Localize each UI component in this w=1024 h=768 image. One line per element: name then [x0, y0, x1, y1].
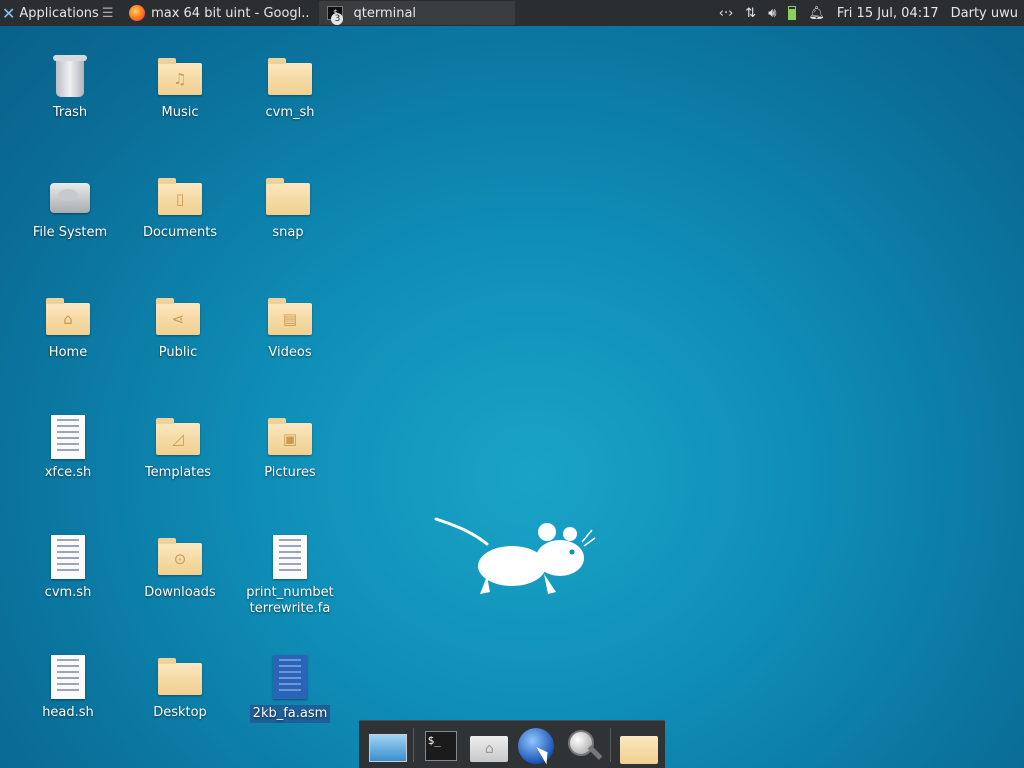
web-browser-icon[interactable]: [515, 724, 557, 766]
system-tray: ‹·› ⇅ 🔊︎ 🔔︎ Fri 15 Jul, 04:17 Darty uwu: [719, 6, 1024, 21]
downloads-folder-icon: ⊙: [158, 538, 202, 575]
menu-separator-icon: ☰: [101, 5, 114, 21]
desktop-icon-desktop[interactable]: Desktop: [128, 653, 232, 721]
text-file-icon: [273, 535, 307, 579]
templates-folder-icon: ◿: [156, 418, 200, 455]
desktop-icon-label: Templates: [144, 465, 212, 480]
desktop-icon-home[interactable]: ⌂ Home: [16, 293, 120, 361]
desktop-icon-label: snap: [272, 225, 304, 240]
firefox-icon: [129, 5, 146, 21]
taskbar-item-terminal[interactable]: $ 3 qterminal: [319, 1, 516, 25]
desktop-icon-label: Public: [158, 345, 198, 360]
desktop-icon-label: File System: [32, 225, 108, 240]
desktop-icon-music[interactable]: ♫ Music: [128, 53, 232, 121]
desktop-icon-snap[interactable]: snap: [236, 173, 340, 241]
desktop-icon-videos[interactable]: ▤ Videos: [238, 293, 342, 361]
desktop-icon-label: Desktop: [153, 705, 207, 720]
desktop-icon-file-system[interactable]: File System: [18, 173, 122, 241]
desktop-icon-trash[interactable]: Trash: [18, 53, 122, 121]
home-folder-icon: ⌂: [46, 298, 90, 335]
window-count-badge: 3: [331, 13, 344, 25]
search-magnifier-icon[interactable]: [563, 724, 605, 766]
show-desktop-icon[interactable]: [365, 724, 407, 766]
videos-folder-icon: ▤: [268, 298, 312, 335]
desktop-icon-public[interactable]: ⋖ Public: [126, 293, 230, 361]
desktop-icon-label: Videos: [268, 345, 312, 360]
taskbar-item-label: qterminal: [353, 5, 417, 21]
trash-icon: [53, 55, 87, 97]
desktop-icon-label: Home: [48, 345, 88, 360]
desktop-icon-label: cvm_sh: [265, 105, 315, 120]
battery-icon[interactable]: [788, 6, 797, 20]
xfce-logo-icon: ✕: [2, 3, 16, 23]
applications-menu-button[interactable]: ✕ Applications ☰: [0, 0, 119, 26]
desktop-icon-label: xfce.sh: [44, 465, 92, 480]
desktop-icon-label: Pictures: [264, 465, 316, 480]
folder-icon: [266, 178, 310, 215]
dock-separator: [610, 727, 612, 762]
file-manager-folder-icon[interactable]: [617, 724, 659, 766]
folder-icon: [268, 58, 312, 95]
desktop-icon-documents[interactable]: ▯ Documents: [128, 173, 232, 241]
user-menu[interactable]: Darty uwu: [951, 6, 1018, 21]
terminal-icon[interactable]: $_: [420, 724, 462, 766]
notification-bell-icon[interactable]: 🔔︎: [808, 6, 825, 21]
pictures-folder-icon: ▣: [268, 418, 312, 455]
dock-separator: [412, 727, 414, 762]
network-connections-icon[interactable]: ‹·›: [719, 6, 734, 21]
hard-drive-icon: [50, 183, 90, 213]
network-transfer-icon[interactable]: ⇅: [745, 6, 756, 21]
taskbar-item-label: max 64 bit uint - Googl...: [151, 5, 310, 21]
xfce-mouse-logo: [434, 517, 596, 594]
top-panel: ✕ Applications ☰ max 64 bit uint - Googl…: [0, 0, 1024, 26]
desktop-icon-label: print_numbet terrewrite.fa: [246, 585, 334, 616]
applications-menu-label: Applications: [19, 5, 99, 21]
desktop-icon-label: Documents: [142, 225, 218, 240]
volume-icon[interactable]: 🔊︎: [768, 6, 776, 21]
desktop-icon-pictures[interactable]: ▣ Pictures: [238, 413, 342, 481]
desktop-icon-label: Trash: [52, 105, 88, 120]
desktop-icon-print-numbet[interactable]: print_numbet terrewrite.fa: [238, 533, 342, 617]
desktop-icon-cvm-sh[interactable]: cvm.sh: [16, 533, 120, 601]
desktop-icon-2kb-fa-asm[interactable]: 2kb_fa.asm: [238, 653, 342, 723]
public-folder-icon: ⋖: [156, 298, 200, 335]
desktop-icon-label: head.sh: [42, 705, 94, 720]
text-file-icon: [51, 415, 85, 459]
text-file-icon: [51, 655, 85, 699]
desktop-icon-templates[interactable]: ◿ Templates: [126, 413, 230, 481]
desktop-icon-label: 2kb_fa.asm: [249, 705, 331, 723]
taskbar-item-browser[interactable]: max 64 bit uint - Googl...: [121, 1, 317, 25]
clock[interactable]: Fri 15 Jul, 04:17: [837, 6, 939, 21]
desktop-icon-head-sh[interactable]: head.sh: [16, 653, 120, 721]
desktop-icon-label: cvm.sh: [44, 585, 92, 600]
documents-folder-icon: ▯: [158, 178, 202, 215]
text-file-icon: [51, 535, 85, 579]
desktop-icon-xfce-sh[interactable]: xfce.sh: [16, 413, 120, 481]
dock: $_ ⌂: [359, 720, 665, 768]
desktop-icon-downloads[interactable]: ⊙ Downloads: [128, 533, 232, 601]
music-folder-icon: ♫: [158, 58, 202, 95]
home-folder-icon[interactable]: ⌂: [467, 724, 509, 766]
desktop-icon-cvm-sh-folder[interactable]: cvm_sh: [238, 53, 342, 121]
asm-file-icon: [273, 655, 307, 699]
desktop-icon-label: Downloads: [144, 585, 216, 600]
folder-icon: [158, 658, 202, 695]
desktop-icon-label: Music: [161, 105, 199, 120]
